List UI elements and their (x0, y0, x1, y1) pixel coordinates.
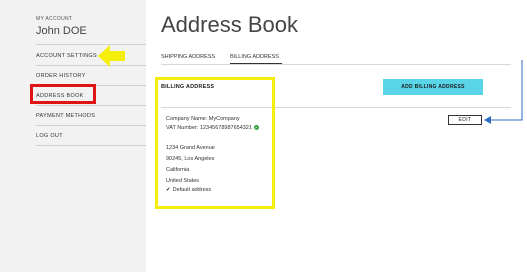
section-title: BILLING ADDRESS (161, 84, 215, 90)
checkmark-icon: ✔ (166, 187, 171, 193)
add-billing-address-button[interactable]: ADD BILLING ADDRESS (383, 79, 483, 95)
sidebar-item-account-settings[interactable]: ACCOUNT SETTINGS (36, 45, 146, 66)
check-circle-icon: ✔ (253, 125, 259, 131)
sidebar-item-order-history[interactable]: ORDER HISTORY (36, 65, 146, 86)
address-default-row: ✔ Default address (166, 187, 211, 193)
address-country: United States (166, 178, 200, 184)
section-divider (161, 107, 511, 108)
address-state: California (166, 167, 190, 173)
address-street: 1234 Grand Avenue (166, 145, 215, 151)
sidebar-item-log-out[interactable]: LOG OUT (36, 125, 146, 146)
sidebar: MY ACCOUNT John DOE ACCOUNT SETTINGS ORD… (0, 0, 146, 272)
tabs-divider (161, 64, 511, 65)
address-default-label: Default address (172, 187, 212, 193)
sidebar-item-payment-methods[interactable]: PAYMENT METHODS (36, 105, 146, 126)
sidebar-item-label: ORDER HISTORY (36, 73, 86, 79)
tab-shipping-address[interactable]: SHIPPING ADDRESS (161, 54, 215, 60)
tab-billing-address[interactable]: BILLING ADDRESS (230, 54, 279, 60)
sidebar-item-label: LOG OUT (36, 133, 63, 139)
address-vat: VAT Number: 12345678987654321 (166, 125, 252, 131)
account-label: MY ACCOUNT (36, 16, 73, 22)
address-company: Company Name: MyCompany (166, 116, 240, 122)
edit-button[interactable]: EDIT (448, 115, 482, 125)
annotation-yellow-arrow-icon (98, 45, 125, 67)
address-vat-row: VAT Number: 12345678987654321 ✔ (166, 125, 259, 131)
sidebar-item-label: ACCOUNT SETTINGS (36, 53, 97, 59)
page: MY ACCOUNT John DOE ACCOUNT SETTINGS ORD… (0, 0, 527, 272)
sidebar-item-label: PAYMENT METHODS (36, 113, 96, 119)
address-city: 90245, Los Angeles (166, 156, 215, 162)
annotation-blue-arrow-icon (484, 60, 523, 124)
account-name: John DOE (36, 25, 87, 37)
annotation-red-box (30, 84, 96, 104)
page-title: Address Book (161, 12, 298, 37)
